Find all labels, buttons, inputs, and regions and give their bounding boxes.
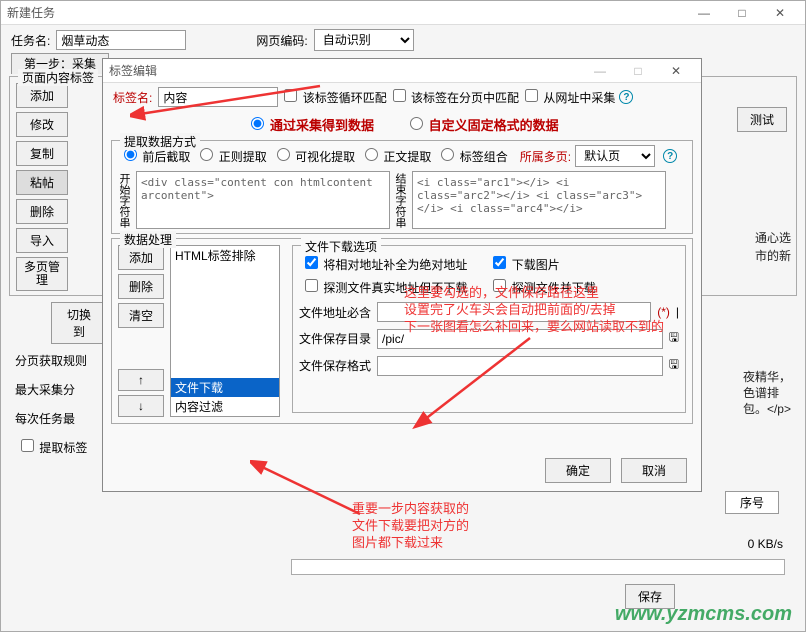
close-btn[interactable]: ✕ (761, 2, 799, 24)
proc-add[interactable]: 添加 (118, 245, 164, 270)
r-visual[interactable]: 可视化提取 (271, 148, 355, 165)
cancel-btn[interactable]: 取消 (621, 458, 687, 483)
multi-select[interactable]: 默认页 (575, 145, 655, 167)
r-ba[interactable]: 前后截取 (118, 148, 190, 165)
tagname-input[interactable] (158, 87, 278, 107)
page-tag-group: 页面内容标签 (18, 69, 98, 86)
speed-label: 0 KB/s (748, 537, 783, 551)
fmt-input[interactable] (377, 356, 663, 376)
chk-probe[interactable]: 探测文件真实地址但不下载 (299, 279, 467, 296)
save-label: 文件保存目录 (299, 330, 371, 347)
end-label: 结束字符串 (394, 171, 408, 229)
chk-url[interactable]: 从网址中采集 (519, 89, 615, 106)
dialog-min[interactable]: — (581, 60, 619, 82)
disk-icon[interactable]: 🖫 (669, 328, 679, 349)
pipe-icon[interactable]: | (676, 305, 679, 319)
dialog-close[interactable]: ✕ (657, 60, 695, 82)
switch-btn[interactable]: 切换到 (51, 302, 107, 344)
main-title: 新建任务 (7, 4, 685, 21)
proc-clear[interactable]: 清空 (118, 303, 164, 328)
chk-probedl[interactable]: 探测文件并下载 (487, 279, 595, 296)
start-label: 开始字符串 (118, 171, 132, 229)
encoding-select[interactable]: 自动识别 (314, 29, 414, 51)
addr-label: 文件地址必含 (299, 304, 371, 321)
import-btn[interactable]: 导入 (16, 228, 68, 253)
edit-btn[interactable]: 修改 (16, 112, 68, 137)
r-content[interactable]: 正文提取 (359, 148, 431, 165)
minimize-btn[interactable]: — (685, 2, 723, 24)
maximize-btn[interactable]: □ (723, 2, 761, 24)
r-regex[interactable]: 正则提取 (194, 148, 266, 165)
dialog-title: 标签编辑 (109, 62, 581, 79)
dialog-max[interactable]: □ (619, 60, 657, 82)
help-icon[interactable]: ? (663, 149, 677, 163)
r-combo[interactable]: 标签组合 (435, 148, 507, 165)
paste-btn[interactable]: 粘帖 (16, 170, 68, 195)
ok-btn[interactable]: 确定 (545, 458, 611, 483)
help-icon[interactable]: ? (619, 90, 633, 104)
up-btn[interactable]: ↑ (118, 369, 164, 391)
taskname-input[interactable] (56, 30, 186, 50)
add-btn[interactable]: 添加 (16, 83, 68, 108)
multi-btn[interactable]: 多页管理 (16, 257, 68, 291)
tagname-label: 标签名: (113, 89, 152, 106)
proc-group: 数据处理 (120, 231, 176, 248)
radio-custom[interactable]: 自定义固定格式的数据 (404, 115, 559, 134)
radio-collect[interactable]: 通过采集得到数据 (245, 115, 374, 134)
proc-del[interactable]: 删除 (118, 274, 164, 299)
multi-label: 所属多页: (520, 148, 571, 165)
disk-icon[interactable]: 🖫 (669, 355, 679, 376)
copy-btn[interactable]: 复制 (16, 141, 68, 166)
save-input[interactable] (377, 329, 663, 349)
chk-abs[interactable]: 将相对地址补全为绝对地址 (299, 256, 467, 273)
seq-header: 序号 (725, 491, 779, 514)
encoding-label: 网页编码: (256, 32, 307, 49)
addr-input[interactable] (377, 302, 651, 322)
chk-paging[interactable]: 该标签在分页中匹配 (387, 89, 519, 106)
start-textarea[interactable]: <div class="content con htmlcontent arco… (136, 171, 390, 229)
test-btn[interactable]: 测试 (737, 107, 787, 132)
taskname-label: 任务名: (11, 32, 50, 49)
list-item[interactable]: HTML标签排除 (171, 246, 279, 265)
file-group: 文件下载选项 (301, 238, 381, 255)
fmt-label: 文件保存格式 (299, 357, 371, 374)
end-textarea[interactable]: <i class="arc1"></i> <i class="arc2"></i… (412, 171, 666, 229)
down-btn[interactable]: ↓ (118, 395, 164, 417)
extract-group: 提取数据方式 (120, 133, 200, 150)
list-item[interactable]: 内容过滤 (171, 397, 279, 416)
chk-loop[interactable]: 该标签循环匹配 (278, 89, 386, 106)
chk-dl[interactable]: 下载图片 (487, 256, 559, 273)
brand-watermark: www.yzmcms.com (615, 603, 792, 626)
list-item[interactable]: 文件下载 (171, 378, 279, 397)
delete-btn[interactable]: 删除 (16, 199, 68, 224)
